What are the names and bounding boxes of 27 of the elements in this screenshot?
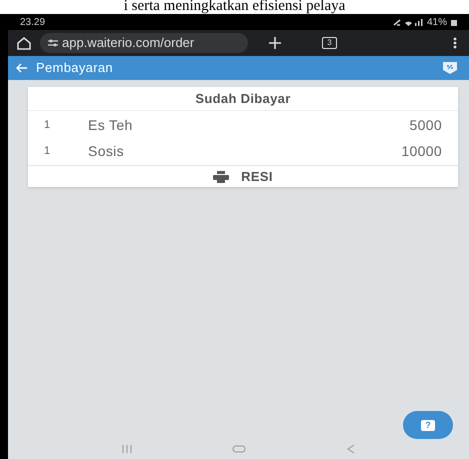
item-price: 5000 bbox=[409, 116, 442, 134]
back-arrow-icon[interactable] bbox=[16, 63, 28, 73]
item-name: Sosis bbox=[88, 142, 125, 160]
item-price: 10000 bbox=[401, 142, 442, 160]
card-title: Sudah Dibayar bbox=[195, 90, 291, 108]
back-icon[interactable] bbox=[346, 444, 355, 454]
discount-icon[interactable] bbox=[443, 62, 457, 74]
quantity: 1 bbox=[44, 118, 52, 133]
address-bar[interactable]: app.waiterio.com/order bbox=[40, 33, 248, 53]
tune-icon bbox=[48, 39, 58, 47]
tab-count-button[interactable]: 3 bbox=[322, 37, 337, 49]
url-text: app.waiterio.com/order bbox=[62, 34, 194, 52]
plus-icon[interactable] bbox=[268, 36, 282, 50]
quantity: 1 bbox=[44, 144, 52, 159]
signal-icon bbox=[392, 18, 423, 26]
item-name: Es Teh bbox=[88, 116, 134, 134]
home-button-icon[interactable] bbox=[232, 445, 246, 453]
menu-icon[interactable] bbox=[453, 37, 457, 49]
help-button[interactable]: ? bbox=[403, 411, 453, 439]
receipt-button[interactable]: RESI bbox=[28, 165, 458, 187]
battery-level: 41% bbox=[426, 16, 447, 30]
printer-icon bbox=[213, 170, 230, 182]
status-time: 23.29 bbox=[20, 16, 46, 30]
home-icon[interactable] bbox=[16, 36, 32, 50]
page-title: Pembayaran bbox=[36, 59, 113, 78]
recent-apps-icon[interactable] bbox=[122, 445, 132, 453]
battery-icon bbox=[451, 18, 457, 26]
